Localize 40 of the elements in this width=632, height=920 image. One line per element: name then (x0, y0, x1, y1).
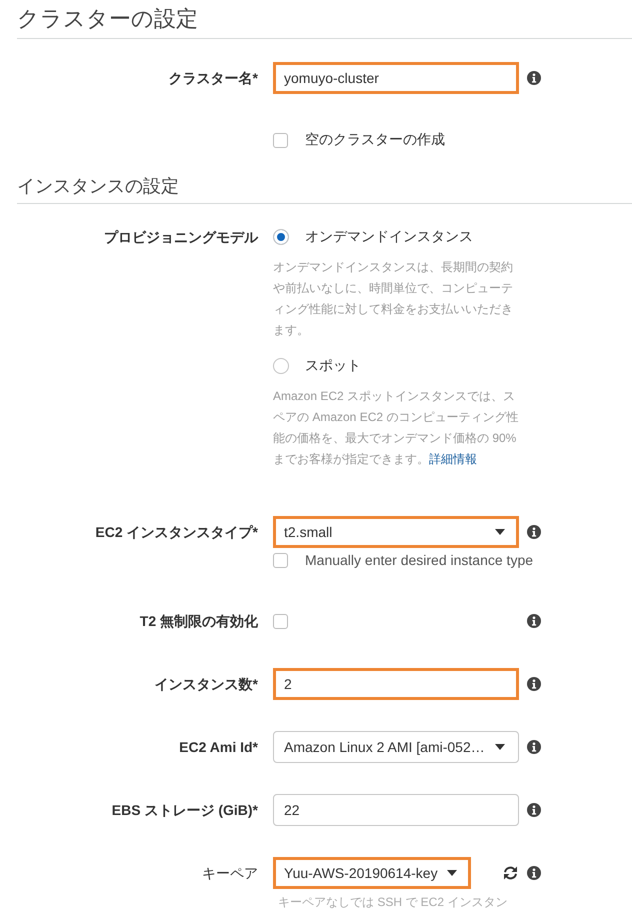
radio-button[interactable] (273, 358, 289, 374)
info-icon[interactable] (527, 740, 541, 754)
refresh-icon[interactable] (503, 866, 518, 880)
info-icon[interactable] (527, 677, 541, 691)
info-icon[interactable] (527, 803, 541, 817)
option-description: オンデマンドインスタンスは、長期間の契約や前払いなしに、時間単位で、コンピューティング性能に対して料金をお支払いいただきます。 (273, 259, 514, 339)
field-label: EBS ストレージ (GiB)* (110, 801, 259, 820)
checkbox-label: 空のクラスターの作成 (305, 131, 445, 149)
hint-text: キーペアなしでは SSH で EC2 インスタン (278, 894, 508, 911)
radio-label: スポット (305, 357, 361, 375)
field-label: クラスター名* (168, 69, 259, 88)
option-description: Amazon EC2 スポットインスタンスでは、スペアの Amazon EC2 のコンピューティング性能の価格を、最大でオンデマンド価格の 90% までお客様が指定できます。詳細情報 (273, 388, 519, 468)
field-label: EC2 インスタンスタイプ* (94, 523, 259, 542)
checkbox[interactable] (273, 614, 288, 628)
page-title: クラスターの設定 (17, 0, 632, 39)
caret-icon (447, 870, 457, 876)
dropdown[interactable]: t2.small (273, 516, 519, 548)
radio-button[interactable] (273, 229, 289, 245)
dropdown[interactable]: Amazon Linux 2 AMI [ami-052… (273, 731, 519, 763)
more-info-link[interactable]: 詳細情報 (429, 452, 477, 466)
dropdown[interactable]: Yuu-AWS-20190614-key (273, 857, 471, 889)
info-icon[interactable] (527, 71, 541, 85)
text-field[interactable]: 22 (273, 794, 519, 826)
radio-label: オンデマンドインスタンス (305, 228, 473, 246)
field-label: キーペア (201, 864, 259, 883)
text-field[interactable]: 2 (273, 668, 519, 700)
checkbox[interactable] (273, 132, 288, 148)
field-label: インスタンス数* (154, 675, 259, 694)
checkbox[interactable] (273, 552, 288, 568)
text-field[interactable]: yomuyo-cluster (273, 62, 519, 94)
info-icon[interactable] (527, 866, 541, 880)
field-label: T2 無制限の有効化 (138, 612, 259, 631)
caret-icon (495, 529, 505, 535)
checkbox-label: Manually enter desired instance type (305, 552, 534, 568)
info-icon[interactable] (527, 614, 541, 628)
field-label: EC2 Ami Id* (178, 738, 259, 757)
section-title: インスタンスの設定 (17, 173, 632, 204)
info-icon[interactable] (527, 525, 541, 539)
field-label: プロビジョニングモデル (103, 228, 260, 247)
caret-icon (495, 744, 505, 750)
